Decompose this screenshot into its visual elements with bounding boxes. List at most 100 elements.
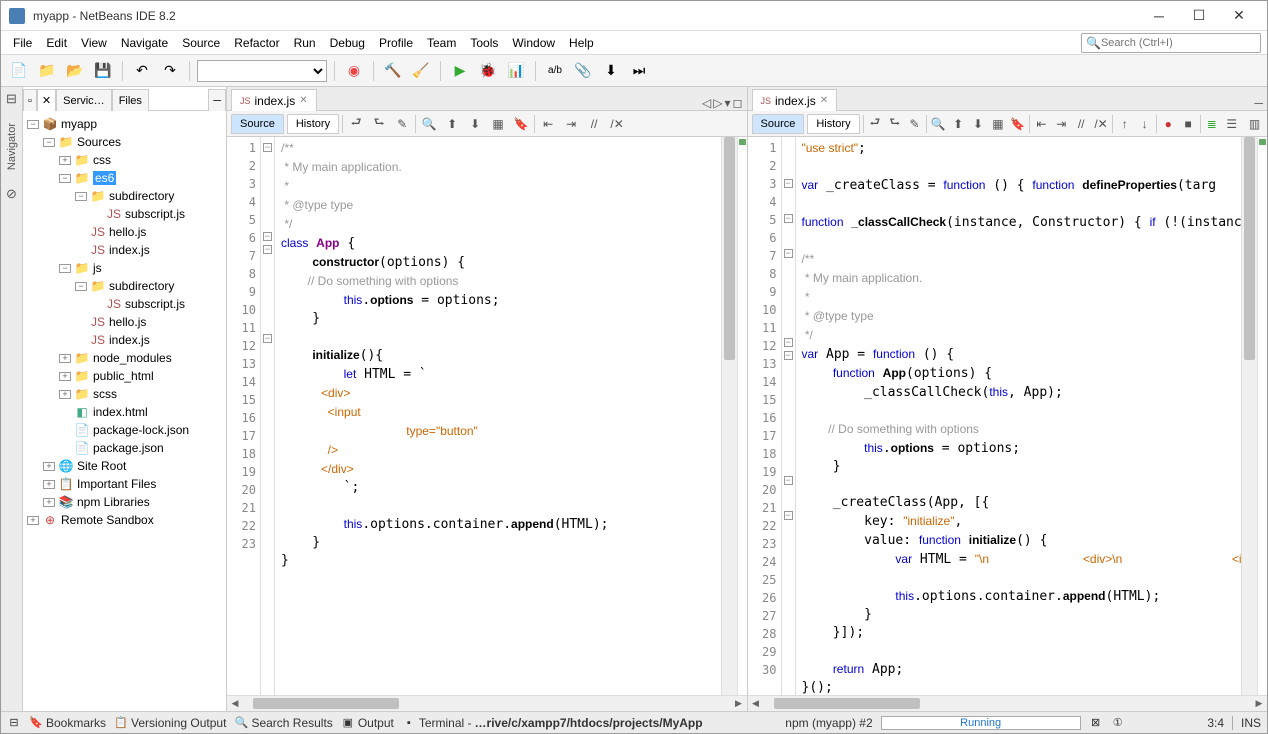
run-button[interactable]: ▶ <box>448 59 472 83</box>
status-terminal[interactable]: ▪Terminal - …rive/c/xampp7/htdocs/projec… <box>402 716 703 730</box>
menu-debug[interactable]: Debug <box>324 34 371 52</box>
code-area-left[interactable]: 1234567891011121314151617181920212223 −−… <box>227 137 747 695</box>
minimize-editor-icon[interactable]: ─ <box>1254 96 1263 110</box>
block-icon[interactable]: ⊘ <box>4 186 20 202</box>
shift-right-icon[interactable]: ⇥ <box>1053 114 1070 134</box>
save-all-button[interactable]: 💾 <box>91 59 115 83</box>
step-button[interactable]: ⬇ <box>599 59 623 83</box>
tree-important[interactable]: +📋Important Files <box>23 475 226 493</box>
hscroll-thumb[interactable] <box>774 698 920 709</box>
tree-npmlib[interactable]: +📚npm Libraries <box>23 493 226 511</box>
tree-es6-index[interactable]: JSindex.js <box>23 241 226 259</box>
hscrollbar-left[interactable]: ◀ ▶ <box>227 695 747 711</box>
uncomment-icon[interactable]: /✕ <box>1093 114 1110 134</box>
comment-icon[interactable]: // <box>584 114 604 134</box>
last-edit-icon[interactable]: ✎ <box>906 114 923 134</box>
close-tab-icon[interactable]: ✕ <box>820 95 828 106</box>
tree-pkg[interactable]: 📄package.json <box>23 439 226 457</box>
menu-window[interactable]: Window <box>506 34 561 52</box>
overview-ruler[interactable] <box>737 137 747 695</box>
redo-button[interactable]: ↷ <box>158 59 182 83</box>
tree-es6-hello[interactable]: JShello.js <box>23 223 226 241</box>
editor-tab-indexjs-left[interactable]: JS index.js ✕ <box>231 89 317 111</box>
subtab-source[interactable]: Source <box>752 114 805 134</box>
menu-refactor[interactable]: Refactor <box>228 34 285 52</box>
new-project-button[interactable]: 📁 <box>35 59 59 83</box>
code-content[interactable]: /** * My main application. * * @type typ… <box>275 137 721 695</box>
status-search[interactable]: 🔍Search Results <box>234 716 332 730</box>
stop-macro-icon[interactable]: ■ <box>1180 114 1197 134</box>
tree-js-sub[interactable]: −📁subdirectory <box>23 277 226 295</box>
tree-scss[interactable]: +📁scss <box>23 385 226 403</box>
open-button[interactable]: 📂 <box>63 59 87 83</box>
status-ins[interactable]: INS <box>1232 716 1261 730</box>
status-output[interactable]: ▣Output <box>341 716 394 730</box>
vscrollbar[interactable] <box>1241 137 1257 695</box>
attach-button[interactable]: 📎 <box>571 59 595 83</box>
hscroll-left-icon[interactable]: ◀ <box>748 698 764 709</box>
tab-window-icon[interactable]: ▫ <box>23 89 37 111</box>
project-tree[interactable]: −📦myapp −📁Sources +📁css −📁es6 −📁subdirec… <box>23 111 226 711</box>
tree-es6-sub[interactable]: −📁subdirectory <box>23 187 226 205</box>
find-next-icon[interactable]: ⬇ <box>970 114 987 134</box>
global-search[interactable]: 🔍 <box>1081 33 1261 53</box>
nav-back-icon[interactable]: ⮐ <box>346 114 366 134</box>
minimize-button[interactable]: ─ <box>1139 2 1179 30</box>
tab-projects[interactable]: ✕ <box>37 89 56 111</box>
hscroll-left-icon[interactable]: ◀ <box>227 698 243 709</box>
uncomment-icon[interactable]: /✕ <box>607 114 627 134</box>
continue-button[interactable]: ⏭ <box>627 59 651 83</box>
menu-navigate[interactable]: Navigate <box>115 34 174 52</box>
profile-button[interactable]: 📊 <box>504 59 528 83</box>
tree-js-index[interactable]: JSindex.js <box>23 331 226 349</box>
close-tab-icon[interactable]: ✕ <box>299 95 307 106</box>
menu-help[interactable]: Help <box>563 34 600 52</box>
hscroll-track[interactable] <box>243 696 731 711</box>
tree-css[interactable]: +📁css <box>23 151 226 169</box>
status-progress[interactable]: Running <box>881 716 1081 730</box>
status-restore[interactable]: ⊟ <box>7 716 21 730</box>
tree-node-modules[interactable]: +📁node_modules <box>23 349 226 367</box>
subtab-history[interactable]: History <box>807 114 859 134</box>
find-sel-icon[interactable]: 🔍 <box>930 114 947 134</box>
hscroll-thumb[interactable] <box>253 698 399 709</box>
line-down-icon[interactable]: ↓ <box>1136 114 1153 134</box>
tree-js[interactable]: −📁js <box>23 259 226 277</box>
tree-pkglock[interactable]: 📄package-lock.json <box>23 421 226 439</box>
find-next-icon[interactable]: ⬇ <box>465 114 485 134</box>
tree-sources[interactable]: −📁Sources <box>23 133 226 151</box>
search-input[interactable] <box>1101 37 1256 49</box>
clean-build-button[interactable]: 🧹 <box>409 59 433 83</box>
code-area-right[interactable]: 1234567891011121314151617181920212223242… <box>748 137 1268 695</box>
structure-icon[interactable]: ☰ <box>1223 114 1240 134</box>
tree-es6-subscript[interactable]: JSsubscript.js <box>23 205 226 223</box>
debug-button[interactable]: 🐞 <box>476 59 500 83</box>
config-dropdown[interactable] <box>197 60 327 82</box>
shift-right-icon[interactable]: ⇥ <box>561 114 581 134</box>
navigator-label[interactable]: Navigator <box>6 119 18 174</box>
status-bookmarks[interactable]: 🔖Bookmarks <box>29 716 106 730</box>
highlight-icon[interactable]: ▦ <box>989 114 1006 134</box>
menu-source[interactable]: Source <box>176 34 226 52</box>
new-file-button[interactable]: 📄 <box>7 59 31 83</box>
tree-siteroot[interactable]: +🌐Site Root <box>23 457 226 475</box>
scroll-thumb[interactable] <box>1244 137 1255 360</box>
nav-back-icon[interactable]: ⮐ <box>866 114 883 134</box>
status-cancel[interactable]: ⊠ <box>1089 716 1103 730</box>
maximize-button[interactable]: ☐ <box>1179 2 1219 30</box>
shift-left-icon[interactable]: ⇤ <box>1033 114 1050 134</box>
split-icon[interactable]: ▥ <box>1246 114 1263 134</box>
hscroll-right-icon[interactable]: ▶ <box>731 698 747 709</box>
tree-es6[interactable]: −📁es6 <box>23 169 226 187</box>
find-prev-icon[interactable]: ⬆ <box>950 114 967 134</box>
menu-view[interactable]: View <box>75 34 113 52</box>
line-up-icon[interactable]: ↑ <box>1116 114 1133 134</box>
find-prev-icon[interactable]: ⬆ <box>442 114 462 134</box>
menu-profile[interactable]: Profile <box>373 34 419 52</box>
shift-left-icon[interactable]: ⇤ <box>538 114 558 134</box>
menu-edit[interactable]: Edit <box>40 34 73 52</box>
tab-dropdown-icon[interactable]: ▾ <box>725 96 731 110</box>
vscrollbar[interactable] <box>721 137 737 695</box>
tab-minimize[interactable]: ─ <box>208 89 226 111</box>
diff-button[interactable]: a/b <box>543 59 567 83</box>
